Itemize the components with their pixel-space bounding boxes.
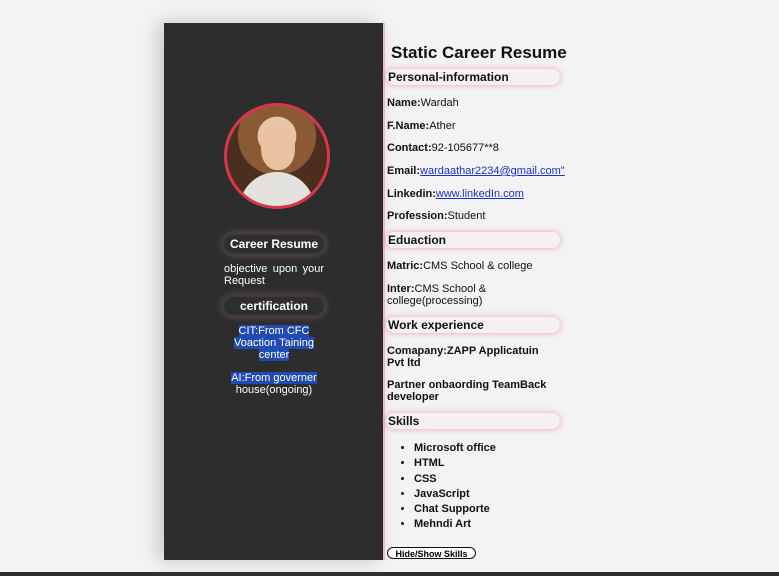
skills-list: Microsoft office HTML CSS JavaScript Cha… [400,441,496,533]
field-inter: Inter:CMS School & college(processing) [387,283,497,307]
field-label: Linkedin: [387,188,436,200]
certification-item: CIT:From CFC Voaction Taining center [219,325,329,361]
linkedin-link[interactable]: www.linkedIn.com [436,188,524,200]
field-label: Name: [387,97,421,109]
field-label: F.Name: [387,120,430,132]
field-matric: Matric:CMS School & college [387,260,567,272]
profile-avatar [224,103,330,209]
certification-heading: certification [224,297,324,315]
field-value: 92-105677**8 [431,142,499,154]
work-item: Partner onbaording TeamBack developer [387,379,547,403]
skill-item: JavaScript [414,487,496,502]
field-contact: Contact:92-105677**8 [387,142,567,154]
certification-title: CIT:From CFC Voaction Taining center [234,325,314,361]
section-heading-work: Work experience [386,317,560,333]
certification-title: AI:From governer [231,372,317,384]
sidebar-divider [383,23,385,560]
field-value: Student [447,210,486,222]
bottom-bar [0,572,779,576]
avatar-shoulder [239,172,315,206]
objective-text: objective upon your Request [224,263,324,287]
field-email: Email:wardaathar2234@gmail.com" [387,165,567,177]
section-heading-personal: Personal-information [386,69,560,85]
field-label: Contact: [387,142,432,154]
field-label: Matric: [387,260,424,272]
field-name: Name:Wardah [387,97,567,109]
field-label: Inter: [387,283,415,295]
page-title: Static Career Resume [391,43,567,62]
skill-item: Microsoft office [414,441,496,456]
sidebar: Career Resume objective upon your Reques… [164,23,383,560]
sidebar-heading: Career Resume [224,235,324,253]
section-heading-education: Eduaction [386,232,560,248]
certification-note: house(ongoing) [235,384,313,396]
work-item: Comapany:ZAPP Applicatuin Pvt ltd [387,345,539,369]
field-linkedin: Linkedin:www.linkedIn.com [387,188,567,200]
field-value: CMS School & college [423,260,533,272]
skill-item: CSS [414,472,496,487]
email-link[interactable]: wardaathar2234@gmail.com" [420,165,565,177]
field-label: Email: [387,165,421,177]
avatar-face [261,124,295,170]
field-value: Ather [429,120,456,132]
toggle-skills-button[interactable]: Hide/Show Skills [387,547,476,559]
field-label: Profession: [387,210,448,222]
field-value: Wardah [420,97,459,109]
field-father-name: F.Name:Ather [387,120,567,132]
skill-item: Chat Supporte [414,502,496,517]
skill-item: HTML [414,456,496,471]
section-heading-skills: Skills [386,413,560,429]
skill-item: Mehndi Art [414,517,496,532]
certification-item: AI:From governer house(ongoing) [219,372,329,396]
field-profession: Profession:Student [387,210,567,222]
